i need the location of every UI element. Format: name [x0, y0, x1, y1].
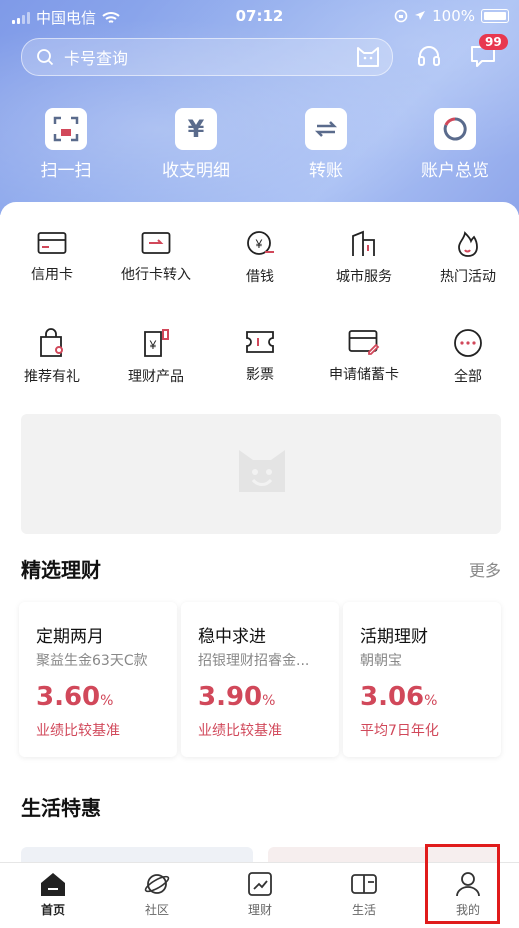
- message-badge: 99: [479, 34, 508, 50]
- service-movie-tickets[interactable]: 影票: [208, 328, 312, 384]
- city-icon: [352, 230, 375, 256]
- status-bar: 中国电信 07:12 100%: [0, 0, 519, 32]
- service-label: 全部: [454, 369, 482, 385]
- tab-label: 生活: [351, 903, 376, 917]
- card-subtitle: 聚益生金63天C款: [36, 653, 148, 669]
- borrow-icon: ¥: [247, 231, 274, 255]
- quick-action-transactions[interactable]: ¥ 收支明细: [136, 108, 256, 181]
- card-rate: 3.90%: [198, 682, 275, 712]
- hero-banner: 中国电信 07:12 100% 卡号查询 99 扫一扫 ¥ 收支明细 转账 账户…: [0, 0, 519, 215]
- rate-unit: %: [424, 693, 438, 709]
- tab-home[interactable]: 首页: [1, 871, 105, 918]
- section-title-wealth: 精选理财: [21, 558, 101, 582]
- tab-label: 理财: [247, 903, 272, 917]
- wealth-card[interactable]: 稳中求进 招银理财招睿金... 3.90% 业绩比较基准: [181, 602, 339, 757]
- wealth-card[interactable]: 定期两月 聚益生金63天C款 3.60% 业绩比较基准: [19, 602, 177, 757]
- search-placeholder: 卡号查询: [64, 49, 129, 68]
- card-note: 业绩比较基准: [36, 723, 120, 739]
- quick-action-label: 扫一扫: [40, 161, 92, 181]
- quick-action-label: 收支明细: [162, 161, 230, 181]
- rate-unit: %: [100, 693, 114, 709]
- rate-value: 3.90: [198, 682, 263, 712]
- location-icon: [415, 11, 426, 20]
- quick-action-transfer[interactable]: 转账: [266, 108, 386, 181]
- highlight-box: [425, 844, 500, 924]
- section-title-life: 生活特惠: [21, 796, 101, 820]
- cat-logo-icon: [239, 450, 285, 492]
- card-subtitle: 招银理财招睿金...: [198, 653, 310, 669]
- main-sheet: 信用卡 他行卡转入 ¥ 借钱 城市服务 热门活动 推荐有礼 ¥ 理财产品 影票 …: [0, 202, 519, 867]
- service-borrow[interactable]: ¥ 借钱: [208, 230, 312, 286]
- chart-icon: [248, 872, 272, 896]
- rate-unit: %: [262, 693, 276, 709]
- service-apply-debit-card[interactable]: 申请储蓄卡: [312, 328, 416, 384]
- more-link[interactable]: 更多: [469, 557, 501, 581]
- promo-banner[interactable]: [21, 414, 501, 534]
- service-label: 他行卡转入: [121, 267, 191, 283]
- wealth-product-icon: ¥: [144, 329, 169, 357]
- tab-wealth[interactable]: 理财: [208, 871, 312, 918]
- card-rate: 3.60%: [36, 682, 113, 712]
- wallet-icon: [351, 874, 377, 894]
- service-referral[interactable]: 推荐有礼: [0, 328, 104, 386]
- service-label: 推荐有礼: [24, 369, 80, 385]
- cat-mascot-icon[interactable]: [355, 44, 381, 68]
- tab-label: 社区: [144, 903, 169, 917]
- rate-value: 3.06: [360, 682, 425, 712]
- card-title: 活期理财: [360, 627, 428, 647]
- rotation-lock-icon: [394, 9, 408, 23]
- service-city[interactable]: 城市服务: [312, 230, 416, 286]
- credit-card-icon: [37, 232, 67, 254]
- more-dots-icon: [454, 329, 482, 357]
- account-overview-icon: [434, 108, 476, 150]
- service-label: 影票: [246, 367, 274, 383]
- service-label: 信用卡: [31, 267, 73, 283]
- gift-bag-icon: [40, 328, 63, 357]
- card-note: 平均7日年化: [360, 723, 439, 739]
- search-icon: [37, 49, 54, 66]
- service-label: 热门活动: [440, 269, 496, 285]
- service-all[interactable]: 全部: [416, 328, 519, 386]
- service-label: 借钱: [246, 269, 274, 285]
- quick-action-account-overview[interactable]: 账户总览: [395, 108, 515, 181]
- card-rate: 3.06%: [360, 682, 437, 712]
- tab-label: 首页: [40, 903, 65, 917]
- planet-icon: [144, 874, 170, 894]
- quick-action-label: 转账: [309, 161, 343, 181]
- service-credit-card[interactable]: 信用卡: [0, 230, 104, 284]
- service-label: 理财产品: [128, 369, 184, 385]
- card-title: 定期两月: [36, 627, 104, 647]
- service-wealth-products[interactable]: ¥ 理财产品: [104, 328, 208, 386]
- card-transfer-in-icon: [141, 232, 171, 254]
- card-note: 业绩比较基准: [198, 723, 282, 739]
- svg-text:¥: ¥: [149, 338, 157, 352]
- apply-card-icon: [348, 330, 380, 355]
- svg-text:¥: ¥: [255, 237, 263, 251]
- rate-value: 3.60: [36, 682, 101, 712]
- quick-action-scan[interactable]: 扫一扫: [6, 108, 126, 181]
- transfer-icon: [305, 108, 347, 150]
- service-other-bank-transfer[interactable]: 他行卡转入: [104, 230, 208, 284]
- card-title: 稳中求进: [198, 627, 266, 647]
- customer-service-icon[interactable]: [416, 44, 442, 68]
- scan-icon: [45, 108, 87, 150]
- service-hot-events[interactable]: 热门活动: [416, 230, 519, 286]
- tab-community[interactable]: 社区: [105, 871, 209, 918]
- home-icon: [41, 873, 65, 896]
- search-bar[interactable]: 卡号查询: [21, 38, 393, 76]
- quick-action-label: 账户总览: [421, 161, 489, 181]
- wealth-card[interactable]: 活期理财 朝朝宝 3.06% 平均7日年化: [343, 602, 501, 757]
- flame-icon: [458, 231, 478, 257]
- service-label: 申请储蓄卡: [329, 367, 399, 383]
- tab-life[interactable]: 生活: [312, 871, 416, 918]
- service-label: 城市服务: [336, 269, 392, 285]
- battery-label: 100%: [432, 7, 475, 25]
- ticket-icon: [246, 331, 274, 353]
- card-subtitle: 朝朝宝: [360, 653, 402, 669]
- battery-icon: [481, 9, 509, 23]
- yuan-icon: ¥: [175, 108, 217, 150]
